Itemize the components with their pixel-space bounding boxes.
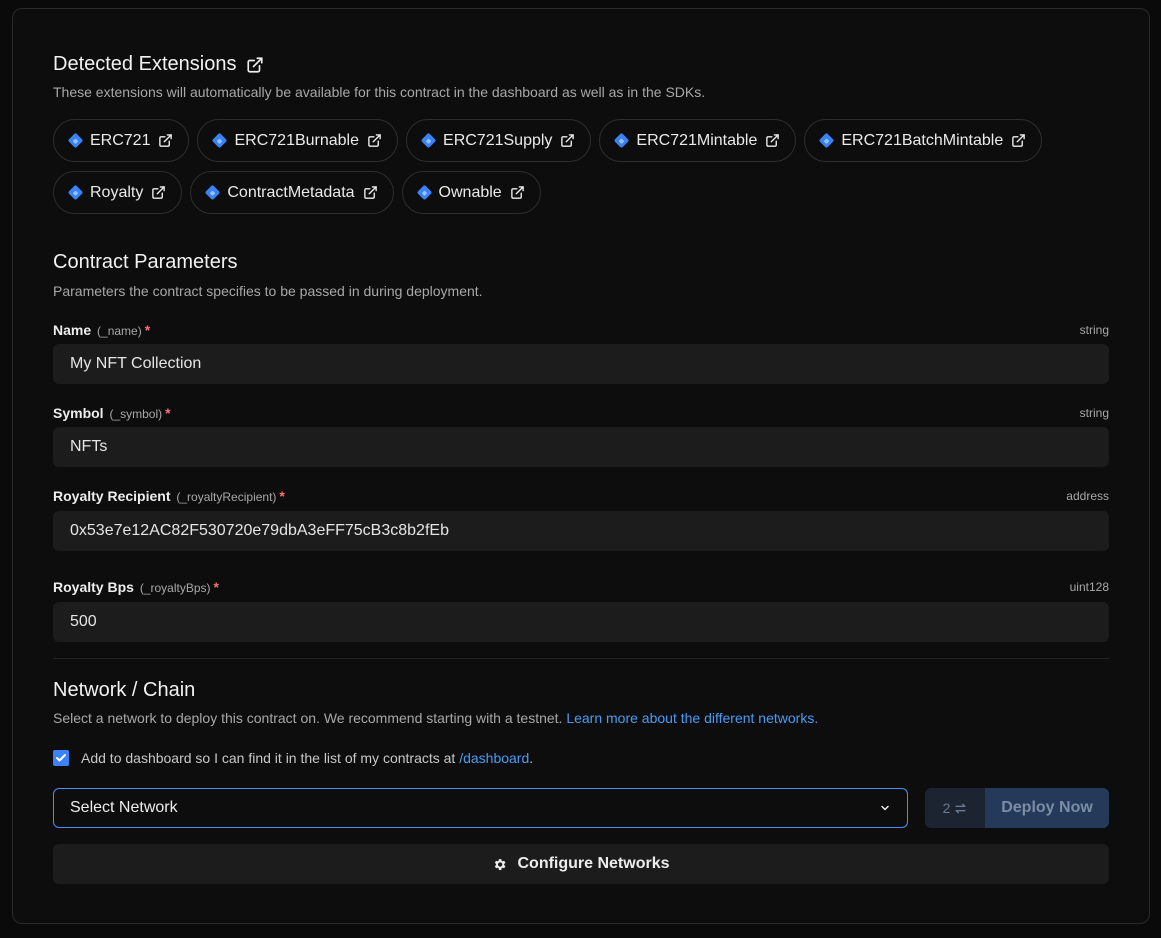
field-label: Name (_name) * [53, 322, 151, 338]
extension-chip[interactable]: ERC721BatchMintable [804, 119, 1043, 162]
swap-arrows-icon [955, 802, 966, 814]
chevron-down-icon [881, 805, 889, 811]
param-input[interactable] [53, 511, 1109, 551]
gear-icon [495, 858, 506, 870]
verified-diamond-icon [420, 132, 437, 149]
extensions-heading: Detected Extensions [53, 53, 264, 76]
field-type: uint128 [1069, 580, 1109, 594]
extension-name: ERC721 [90, 131, 151, 149]
extension-name: ContractMetadata [227, 183, 355, 201]
external-link-icon [152, 186, 166, 199]
extension-chip[interactable]: Royalty [53, 171, 183, 214]
field-label: Royalty Recipient (_royaltyRecipient) * [53, 488, 285, 504]
extension-name: ERC721Mintable [636, 131, 758, 149]
external-link-icon [766, 134, 780, 147]
extensions-description: These extensions will automatically be a… [53, 84, 706, 100]
verified-diamond-icon [614, 132, 630, 149]
network-heading: Network / Chain [53, 679, 196, 701]
deploy-now-button[interactable]: Deploy Now [985, 788, 1109, 828]
extension-chip[interactable]: Ownable [401, 171, 541, 214]
transaction-count: 2 [925, 788, 985, 828]
external-link-icon [159, 134, 173, 147]
network-description: Select a network to deploy this contract… [53, 710, 819, 726]
check-icon [56, 754, 66, 762]
param-input[interactable] [53, 602, 1109, 642]
params-heading: Contract Parameters [53, 251, 238, 273]
dashboard-link[interactable]: /dashboard [459, 750, 529, 766]
field-label: Royalty Bps (_royaltyBps) * [53, 579, 219, 595]
param-input[interactable] [53, 427, 1109, 467]
extensions-row-1: ERC721 ERC721Burnable ERC721Supply ERC721Mi… [53, 119, 1043, 162]
extension-chip[interactable]: ContractMetadata [190, 171, 394, 214]
field-label: Symbol (_symbol) * [53, 405, 171, 421]
external-link-icon [368, 134, 381, 147]
external-link-icon[interactable] [246, 56, 264, 74]
field-type: address [1066, 489, 1109, 503]
extension-name: Ownable [438, 183, 502, 201]
verified-diamond-icon [67, 184, 84, 201]
external-link-icon [561, 134, 575, 147]
deploy-group: 2 Deploy Now [925, 788, 1109, 828]
learn-more-link[interactable]: Learn more about the different networks. [566, 710, 818, 726]
extension-name: ERC721BatchMintable [841, 131, 1004, 149]
field-type: string [1079, 406, 1109, 420]
network-select[interactable]: Select Network [53, 788, 908, 828]
extension-chip[interactable]: ERC721 [53, 119, 190, 162]
network-select-value: Select Network [70, 799, 178, 816]
extension-name: ERC721Burnable [234, 131, 360, 149]
extension-chip[interactable]: ERC721Mintable [599, 119, 797, 162]
external-link-icon [510, 186, 524, 199]
external-link-icon [1012, 134, 1026, 147]
param-input[interactable] [53, 344, 1109, 384]
verified-diamond-icon [205, 184, 221, 201]
extension-chip[interactable]: ERC721Burnable [197, 119, 399, 162]
extensions-row-2: Royalty ContractMetadata Ownable [53, 171, 541, 214]
field-type: string [1079, 323, 1109, 337]
params-description: Parameters the contract specifies to be … [53, 283, 483, 299]
extension-name: ERC721Supply [443, 131, 553, 149]
configure-networks-button[interactable]: Configure Networks [53, 844, 1109, 884]
add-to-dashboard-label: Add to dashboard so I can find it in the… [81, 750, 534, 766]
add-to-dashboard-row: Add to dashboard so I can find it in the… [53, 750, 533, 766]
verified-diamond-icon [212, 132, 228, 149]
external-link-icon [363, 186, 377, 199]
extension-name: Royalty [90, 183, 144, 201]
verified-diamond-icon [67, 132, 84, 149]
section-divider [53, 658, 1109, 659]
verified-diamond-icon [416, 184, 432, 201]
extension-chip[interactable]: ERC721Supply [406, 119, 592, 162]
verified-diamond-icon [819, 132, 835, 149]
add-to-dashboard-checkbox[interactable] [53, 750, 69, 766]
